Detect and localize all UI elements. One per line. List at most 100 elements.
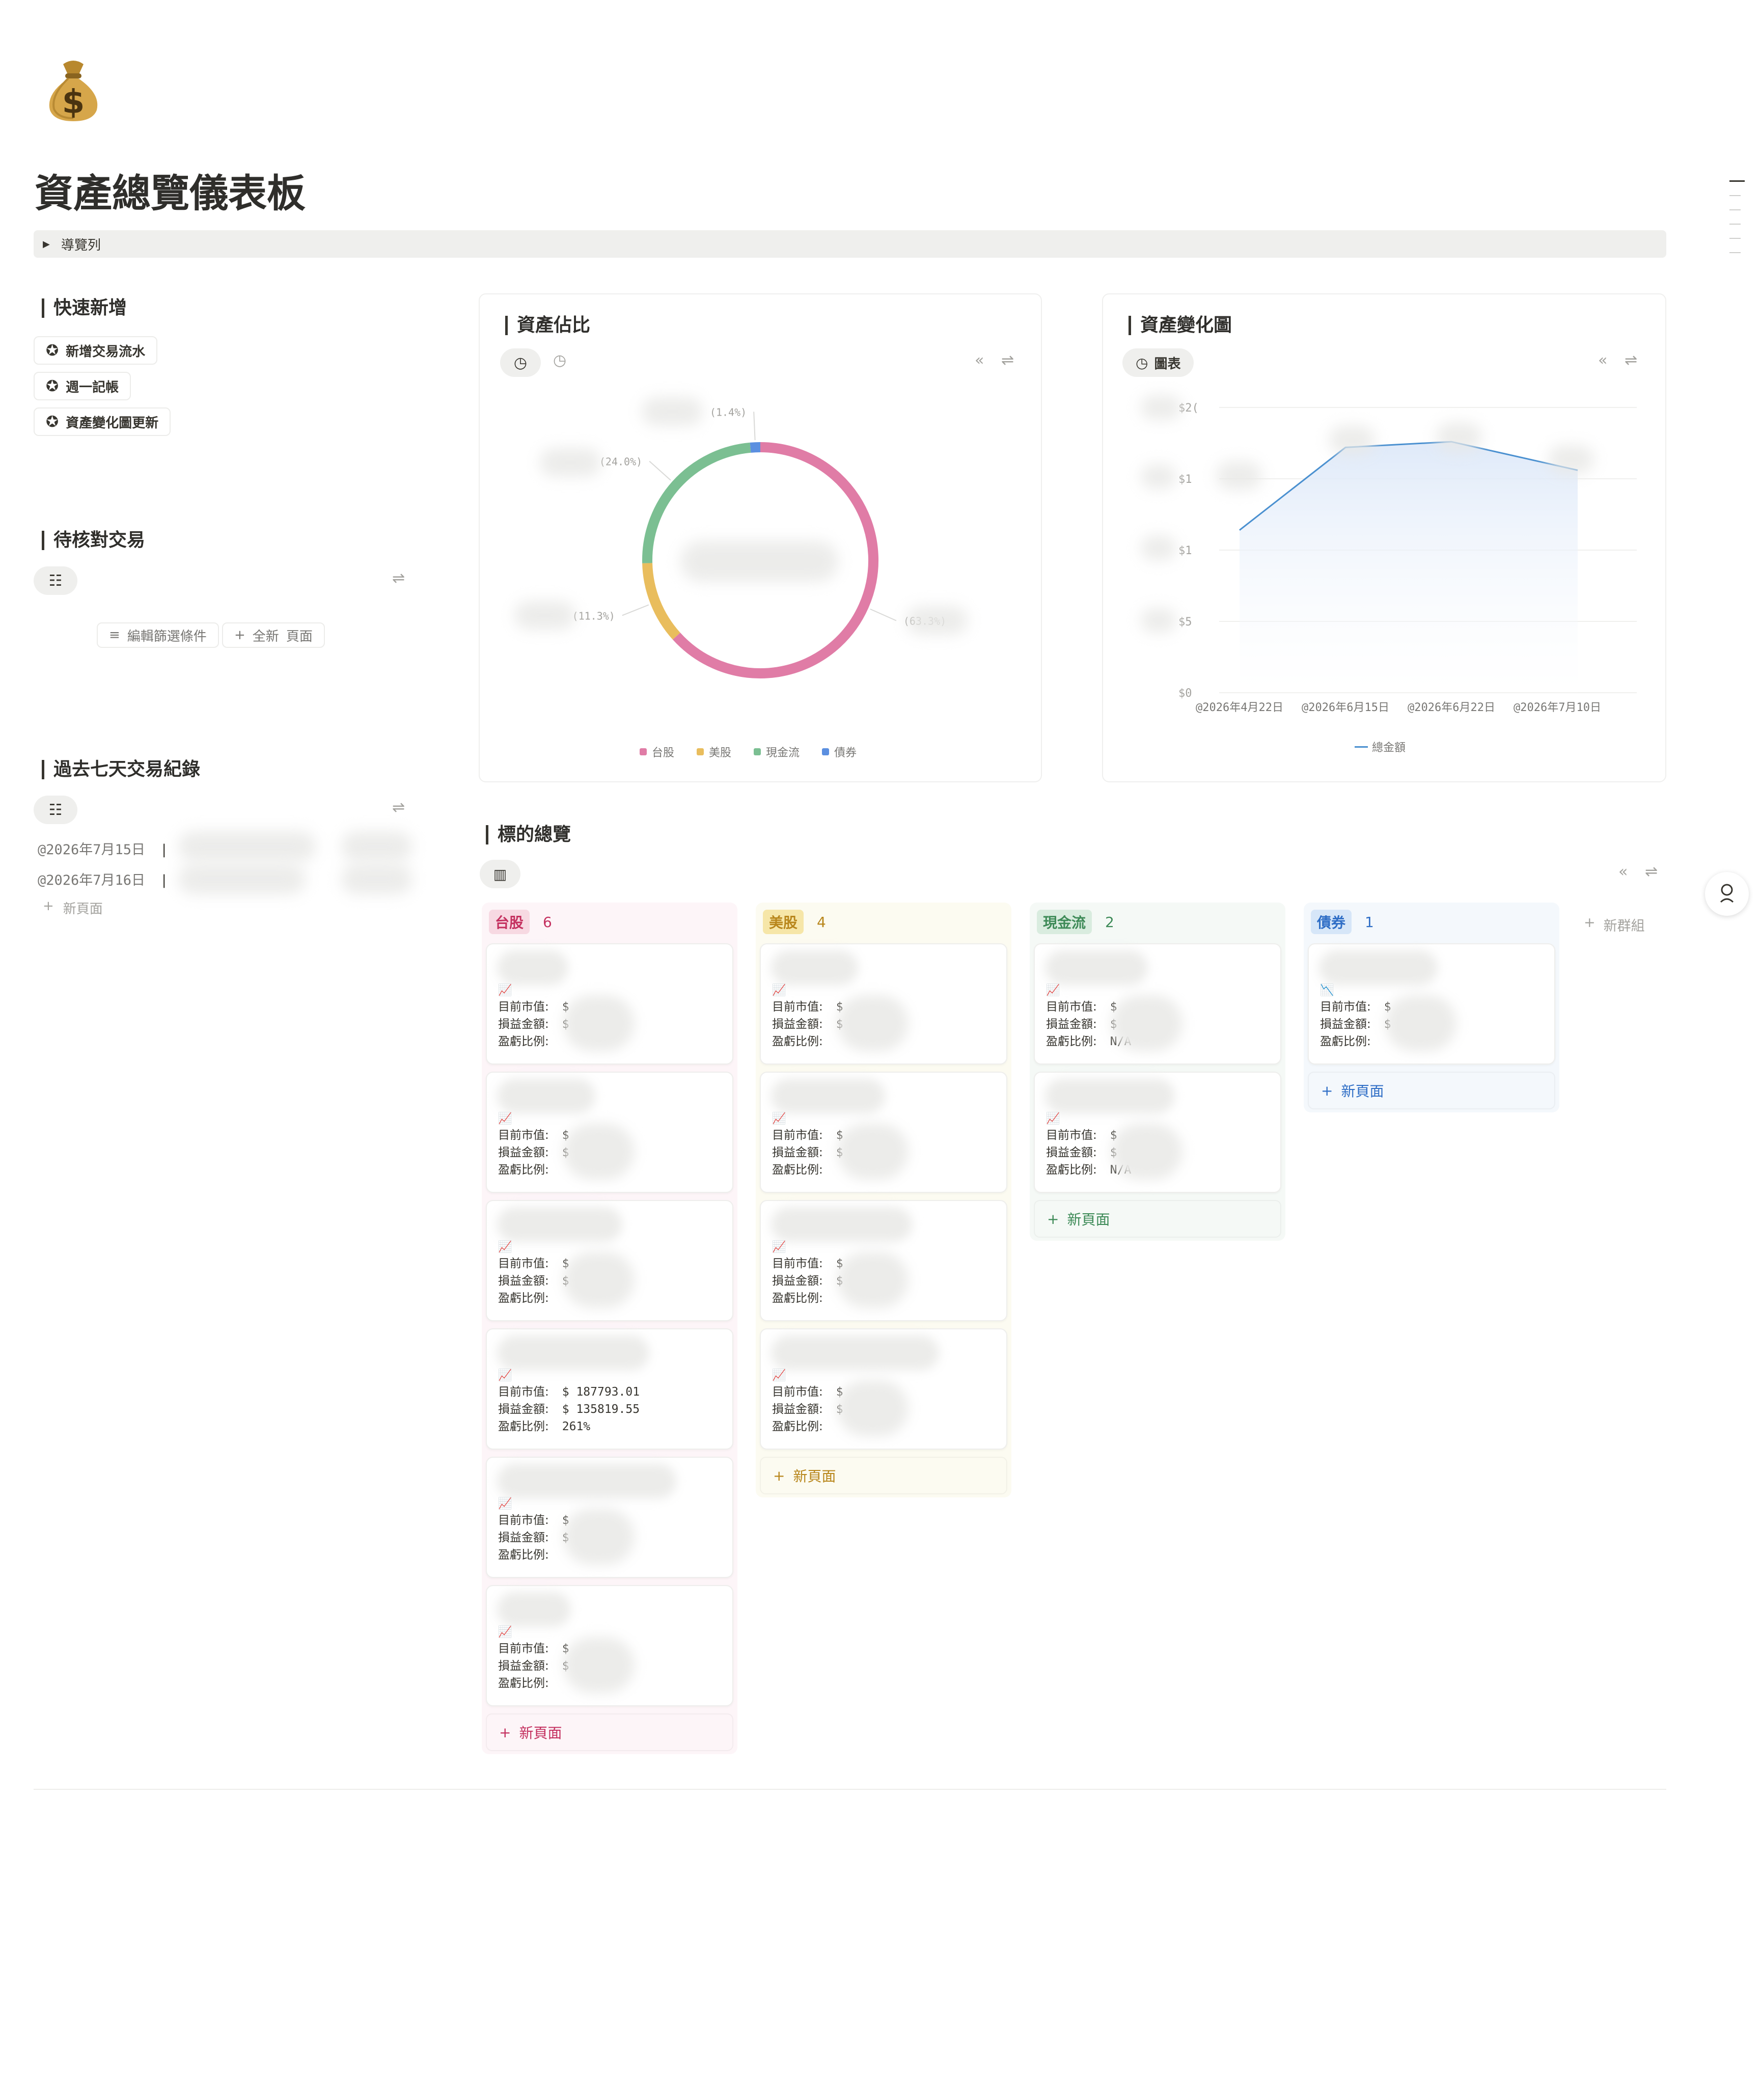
pie-chart-icon: ◷: [1136, 354, 1148, 371]
legend-item[interactable]: 美股: [697, 744, 731, 760]
board-card[interactable]: 📈 目前市值: $ 187793.01 損益金額: $ 135819.55 盈虧比例: 26…: [486, 1328, 733, 1450]
property-label: 損益金額:: [772, 1146, 823, 1159]
property-label: 目前市值:: [498, 1642, 549, 1655]
board-card[interactable]: 📈目前市值:$損益金額:$盈虧比例:N/A: [1034, 943, 1281, 1065]
board-card[interactable]: 📈目前市值:$損益金額:$盈虧比例:: [760, 1328, 1007, 1450]
redacted-values: [563, 1252, 635, 1308]
board-card[interactable]: 📈目前市值:$損益金額:$盈虧比例:: [486, 1585, 733, 1706]
legend-item[interactable]: 債券: [822, 744, 857, 760]
new-group-button[interactable]: + 新群組: [1584, 915, 1645, 935]
x-tick-label: @2026年7月10日: [1514, 701, 1601, 714]
column-header[interactable]: 台股 6: [489, 910, 552, 934]
redacted-axis-label: [1141, 608, 1176, 633]
board-view-button[interactable]: ▥: [480, 860, 520, 888]
button-label: 週一記帳: [66, 379, 119, 395]
property-label: 損益金額:: [498, 1146, 549, 1159]
donut-slice-label: (1.4%): [710, 406, 747, 418]
card-properties: 目前市值:$損益金額:$ 盈虧比例:: [772, 1127, 843, 1179]
weekly-bookkeeping-button[interactable]: ✪ 週一記帳: [34, 372, 131, 400]
add-transaction-button[interactable]: ✪ 新增交易流水: [34, 336, 158, 365]
property-value: $ 187793.01: [562, 1385, 640, 1399]
settings-sliders-icon[interactable]: ⇌: [1645, 863, 1658, 881]
new-page-button[interactable]: + 新頁面: [1308, 1072, 1555, 1109]
board-card[interactable]: 📈目前市值:$損益金額:$ .盈虧比例:: [486, 1072, 733, 1193]
redacted-label: [540, 448, 601, 477]
new-page-button[interactable]: + 新頁面: [1034, 1200, 1281, 1238]
allocation-heading: 資產佔比: [505, 316, 590, 335]
redacted-text: [341, 864, 413, 894]
collapse-icon[interactable]: «: [1598, 351, 1607, 369]
property-label: 目前市值:: [498, 1385, 549, 1399]
plus-icon: +: [773, 1467, 785, 1484]
page-icon[interactable]: $: [43, 53, 104, 124]
page-title[interactable]: 資產總覽儀表板: [35, 162, 306, 218]
chart-view-button[interactable]: ◷ 圖表: [1122, 348, 1194, 377]
donut-slice-債券[interactable]: [750, 442, 761, 453]
edit-filter-button[interactable]: ≡ 編輯篩選條件: [97, 622, 219, 648]
new-page-row[interactable]: + 新頁面: [43, 898, 103, 917]
new-page-label: 新頁面: [1067, 1211, 1110, 1228]
card-properties: 目前市值:$損益金額:$ 盈虧比例:: [498, 1640, 569, 1692]
property-label: 盈虧比例:: [498, 1163, 549, 1177]
new-page-button[interactable]: + 新頁面: [486, 1713, 733, 1751]
chart-down-icon: 📉: [1320, 984, 1334, 997]
list-icon: ☷: [48, 801, 63, 819]
board-card[interactable]: 📈目前市值:$損益金額:$盈虧比例:: [760, 1200, 1007, 1321]
row-date: @2026年7月15日: [38, 842, 146, 858]
card-property-row: 盈虧比例:: [772, 1161, 843, 1179]
help-assistant-button[interactable]: [1705, 872, 1749, 916]
property-label: 目前市值:: [772, 1129, 823, 1142]
column-tag: 台股: [489, 910, 530, 934]
legend-swatch: [640, 748, 647, 755]
property-label: 盈虧比例:: [498, 1548, 549, 1562]
legend-swatch: [754, 748, 761, 755]
new-page-label: 新頁面: [63, 902, 103, 917]
board-card[interactable]: 📈目前市值:$損益金額:$盈虧比例:: [486, 943, 733, 1065]
list-view-button[interactable]: ☷: [34, 566, 77, 595]
legend-item[interactable]: 現金流: [754, 744, 800, 760]
board-card[interactable]: 📈目前市值:$損益金額:$ .盈虧比例:: [486, 1457, 733, 1578]
y-tick-label: $0: [1178, 687, 1192, 700]
trend-heading: 資產變化圖: [1129, 316, 1232, 335]
card-property-row: 損益金額:$: [498, 1272, 569, 1290]
column-header[interactable]: 債券 1: [1311, 910, 1374, 934]
card-property-row: 損益金額:$: [772, 1272, 843, 1290]
outline-toc[interactable]: [1729, 180, 1745, 253]
card-property-row: 目前市值: $: [772, 1255, 843, 1272]
board-card[interactable]: 📈目前市值:$損益金額:$盈虧比例:: [760, 943, 1007, 1065]
list-view-button[interactable]: ☷: [34, 796, 77, 824]
donut-slice-美股[interactable]: [642, 563, 680, 640]
card-properties: 目前市值:$損益金額:$ 盈虧比例:: [498, 998, 569, 1050]
legend-label: 美股: [709, 747, 732, 759]
property-label: 盈虧比例:: [1046, 1163, 1097, 1177]
card-property-row: 損益金額:$: [772, 1016, 843, 1033]
board-card[interactable]: 📈目前市值:$損益金額:$盈虧比例:N/A: [1034, 1072, 1281, 1193]
redacted-point-label: [1216, 461, 1262, 490]
property-label: 目前市值:: [498, 1000, 549, 1014]
nav-toggle[interactable]: ▶ 導覽列: [34, 230, 1666, 258]
board-card[interactable]: 📈目前市值:$損益金額:$盈虧比例:: [760, 1072, 1007, 1193]
collapse-icon[interactable]: «: [1618, 863, 1628, 881]
update-chart-button[interactable]: ✪ 資產變化圖更新: [34, 407, 171, 436]
settings-sliders-icon[interactable]: ⇌: [1625, 351, 1637, 369]
new-page-button[interactable]: + 新頁面: [760, 1457, 1007, 1494]
column-header[interactable]: 現金流 2: [1037, 910, 1114, 934]
card-property-row: 目前市值: $: [772, 1383, 843, 1401]
board-column-現金流: 現金流2 📈目前市值:$損益金額:$盈虧比例:N/A📈目前市值:$損益金額:$盈虧…: [1030, 903, 1285, 1241]
filter-settings-icon[interactable]: ⇌: [392, 569, 405, 587]
redacted-card-title: [497, 1592, 571, 1627]
new-page-button[interactable]: + 全新 頁面: [222, 622, 325, 648]
filter-settings-icon[interactable]: ⇌: [392, 799, 405, 816]
table-row[interactable]: @2026年7月15日 |: [38, 838, 167, 858]
table-row[interactable]: @2026年7月16日 |: [38, 869, 167, 889]
chart-up-icon: 📈: [498, 984, 512, 997]
property-label: 損益金額:: [1320, 1018, 1371, 1031]
redacted-values: [563, 1509, 635, 1565]
card-property-row: 盈虧比例:: [772, 1418, 843, 1435]
chart-up-icon: 📈: [772, 1241, 786, 1253]
legend-item[interactable]: 台股: [640, 744, 674, 760]
board-card[interactable]: 📉目前市值:$損益金額:$ 盈虧比例:: [1308, 943, 1555, 1065]
column-tag: 債券: [1311, 910, 1352, 934]
column-header[interactable]: 美股 4: [763, 910, 826, 934]
board-card[interactable]: 📈目前市值:$損益金額:$盈虧比例:: [486, 1200, 733, 1321]
